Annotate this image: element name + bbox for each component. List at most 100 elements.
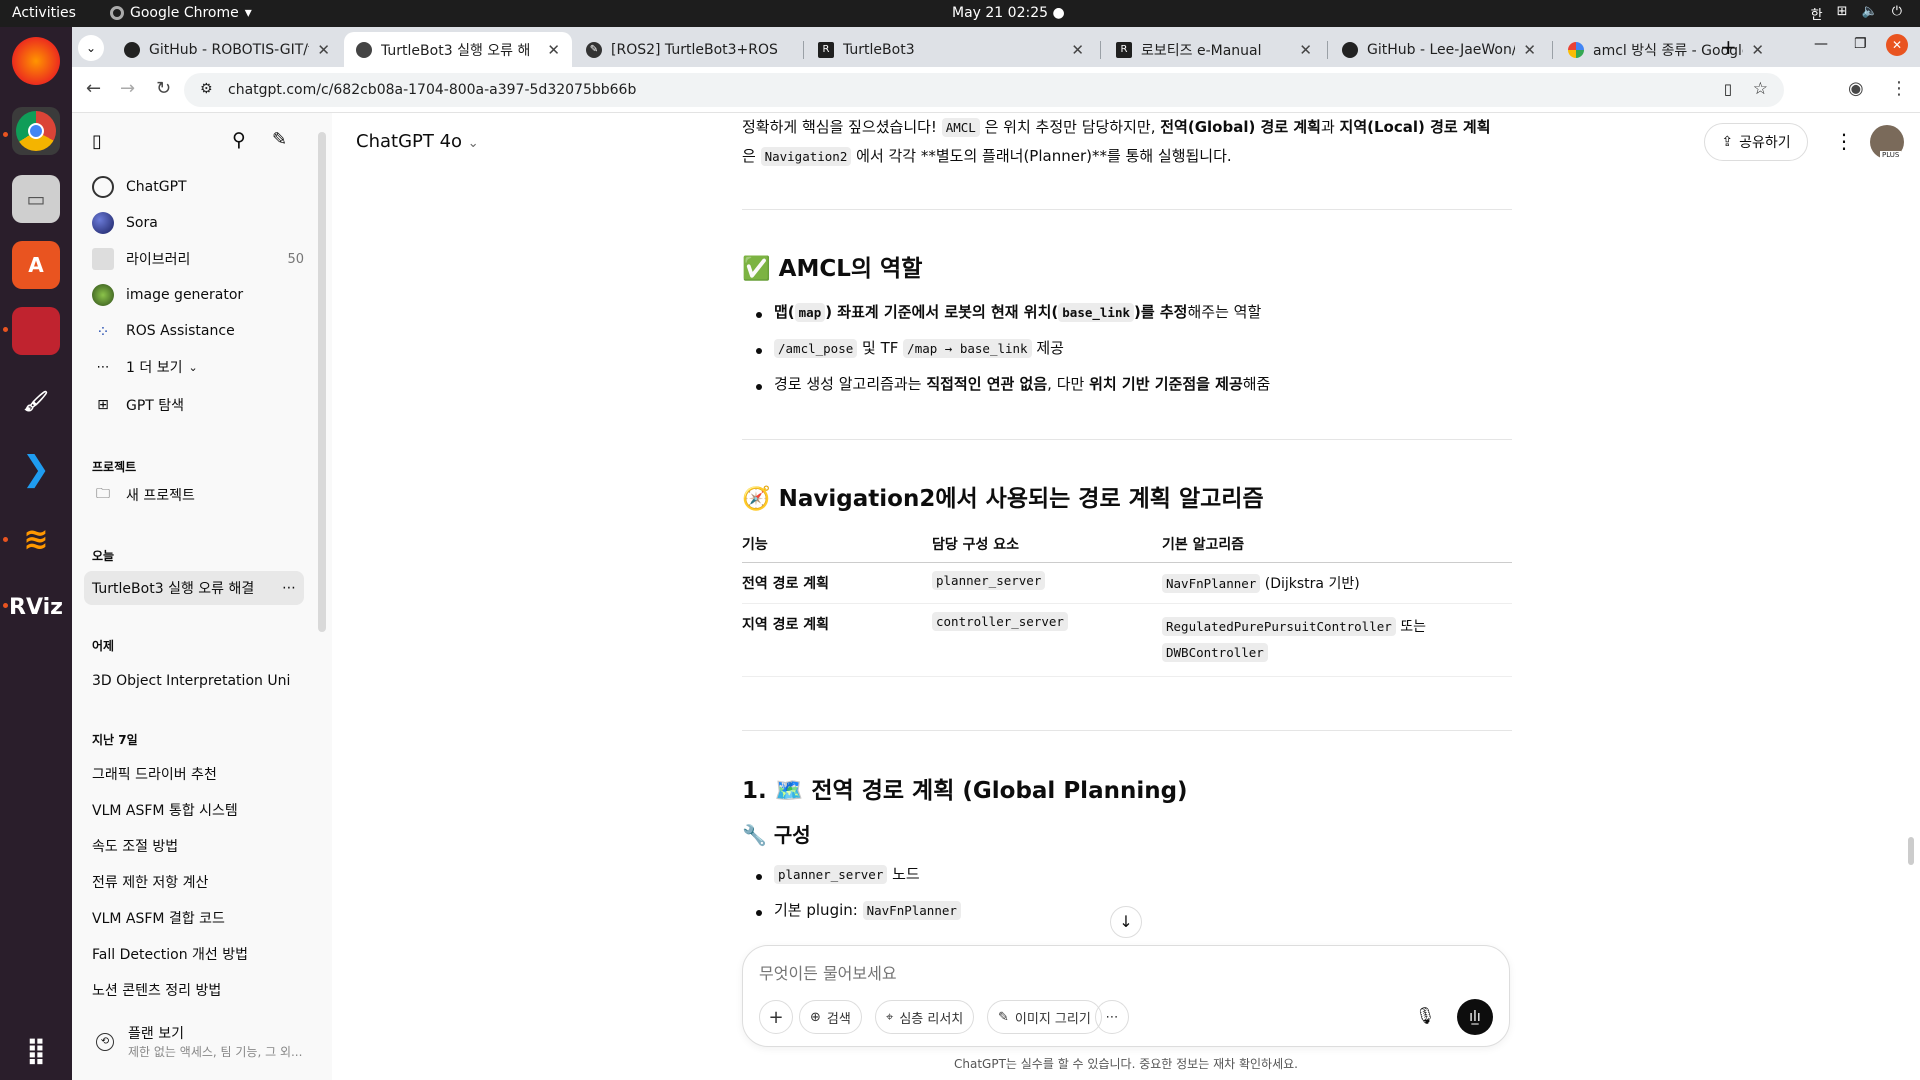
scroll-down-button[interactable]: ↓ — [1110, 906, 1142, 938]
new-chat-icon[interactable]: ✎ — [272, 129, 287, 150]
minimize-button[interactable]: — — [1814, 36, 1828, 52]
chevron-down-icon: ▾ — [244, 5, 252, 21]
system-tray[interactable]: 한 ⊞ 🔈 ⏻ — [1811, 4, 1902, 23]
chat-item[interactable]: 그래픽 드라이버 추천 — [92, 764, 302, 784]
table-header-row: 기능 담당 구성 요소 기본 알고리즘 — [742, 534, 1512, 563]
sublime-icon[interactable]: ≋ — [12, 515, 60, 563]
input-method-indicator[interactable]: 한 — [1811, 4, 1823, 23]
files-icon[interactable]: ▭ — [12, 175, 60, 223]
chat-item[interactable]: VLM ASFM 결합 코드 — [92, 908, 302, 928]
bold-text: 위치 기반 기준점을 제공 — [1089, 375, 1243, 393]
table-cell: 또는 — [1395, 619, 1426, 635]
tab-turtlebot3-error[interactable]: TurtleBot3 실행 오류 해 ✕ — [344, 32, 572, 67]
text: 해주는 역할 — [1187, 303, 1262, 321]
search-button[interactable]: ⊕ 검색 — [799, 1000, 862, 1034]
tab-github-leejaewon[interactable]: GitHub - Lee-JaeWon/N ✕ — [1330, 32, 1548, 67]
sidebar-item-more[interactable]: ⋯ 1 더 보기 ⌄ — [84, 351, 304, 383]
running-indicator — [3, 603, 8, 608]
close-icon[interactable]: ✕ — [547, 41, 560, 59]
search-icon[interactable]: ⚲ — [232, 129, 246, 151]
plan-badge: PLUS — [1880, 151, 1902, 159]
chat-item[interactable]: 3D Object Interpretation Uni — [92, 673, 302, 689]
maximize-button[interactable]: ❐ — [1854, 36, 1867, 52]
back-button[interactable]: ← — [86, 78, 101, 99]
rviz-icon[interactable]: RViz — [9, 583, 63, 631]
chevron-down-icon: ⌄ — [188, 360, 198, 374]
chat-options-icon[interactable]: ⋯ — [282, 580, 296, 596]
bullet — [756, 312, 762, 318]
tab-search-button[interactable]: ⌄ — [78, 35, 104, 61]
ellipsis-icon: ⋯ — [1105, 1009, 1119, 1025]
upgrade-plan-item[interactable]: ⟲ 플랜 보기 제한 없는 액세스, 팀 기능, 그 외... — [92, 1023, 322, 1067]
chat-item[interactable]: Fall Detection 개선 방법 — [92, 944, 302, 964]
profile-icon[interactable]: ◉ — [1848, 78, 1864, 99]
conversation-options-icon[interactable]: ⋮ — [1834, 129, 1854, 153]
more-tools-button[interactable]: ⋯ — [1095, 1000, 1129, 1034]
site-info-icon[interactable]: ⚙ — [200, 81, 213, 97]
page-icon[interactable]: ▯ — [1724, 80, 1732, 98]
app-menu[interactable]: Google Chrome ▾ — [110, 5, 252, 21]
sidebar-item-image-generator[interactable]: image generator — [84, 279, 304, 311]
chat-item[interactable]: VLM ASFM 통합 시스템 — [92, 800, 302, 820]
sidebar-scrollbar[interactable] — [318, 132, 326, 632]
tab-github-robotis[interactable]: GitHub - ROBOTIS-GIT/t ✕ — [112, 32, 342, 67]
sidebar-item-ros-assistance[interactable]: ⁘ ROS Assistance — [84, 315, 304, 347]
toggle-sidebar-icon[interactable]: ▯ — [92, 131, 102, 152]
chat-item[interactable]: 속도 조절 방법 — [92, 836, 302, 856]
voice-mode-button[interactable]: ıl̲ı — [1457, 999, 1493, 1035]
close-icon[interactable]: ✕ — [317, 41, 330, 59]
model-selector[interactable]: ChatGPT 4o ⌄ — [356, 131, 479, 152]
close-icon[interactable]: ✕ — [1751, 41, 1764, 59]
bullet — [756, 874, 762, 880]
sidebar-item-new-project[interactable]: 🗀 새 프로젝트 — [84, 479, 304, 511]
share-button[interactable]: ⇪ 공유하기 — [1704, 123, 1808, 161]
activities-button[interactable]: Activities — [12, 5, 76, 21]
close-icon[interactable]: ✕ — [1299, 41, 1312, 59]
text: 에서 각각 **별도의 플래너(Planner)**를 통해 실행됩니다. — [851, 147, 1232, 165]
vscode-icon[interactable]: ❯ — [12, 445, 60, 493]
bullet — [756, 348, 762, 354]
firefox-icon[interactable] — [12, 37, 60, 85]
message-input[interactable] — [759, 960, 1479, 986]
table-cell: (Dijkstra 기반) — [1260, 576, 1360, 592]
chatgpt-sidebar: ▯ ⚲ ✎ ChatGPT Sora 라이브러리 50 image genera… — [72, 113, 332, 1080]
sidebar-item-chatgpt[interactable]: ChatGPT — [84, 171, 304, 203]
close-window-button[interactable]: ✕ — [1886, 34, 1908, 56]
new-tab-button[interactable]: + — [1720, 35, 1737, 59]
app-center-icon[interactable]: A — [12, 241, 60, 289]
bookmark-star-icon[interactable]: ☆ — [1753, 79, 1768, 99]
chat-item-active[interactable]: TurtleBot3 실행 오류 해결 ⋯ — [84, 571, 304, 605]
terminal-icon[interactable] — [12, 307, 60, 355]
address-bar[interactable]: ⚙ chatgpt.com/c/682cb08a-1704-800a-a397-… — [184, 73, 1784, 107]
tab-robotis-emanual[interactable]: R 로보티즈 e-Manual ✕ — [1104, 32, 1324, 67]
chrome-icon[interactable] — [12, 107, 60, 155]
tab-turtlebot3[interactable]: R TurtleBot3 ✕ — [806, 32, 1096, 67]
close-icon[interactable]: ✕ — [1071, 41, 1084, 59]
tab-amcl-google[interactable]: amcl 방식 종류 - Google ✕ — [1556, 32, 1776, 67]
google-icon — [1568, 41, 1584, 58]
browser-toolbar: ← → ↻ ⚙ chatgpt.com/c/682cb08a-1704-800a… — [72, 67, 1920, 113]
menu-kebab-icon[interactable]: ⋮ — [1890, 78, 1908, 99]
text: 및 TF — [857, 339, 904, 357]
ros-icon: ⁘ — [96, 321, 110, 341]
attach-button[interactable]: + — [759, 1000, 793, 1034]
microphone-icon[interactable]: 🎙 — [1415, 1006, 1435, 1025]
reload-button[interactable]: ↻ — [156, 78, 171, 99]
draw-image-button[interactable]: ✎ 이미지 그리기 — [987, 1000, 1102, 1034]
chat-item[interactable]: 전류 제한 저항 계산 — [92, 872, 302, 892]
intro-paragraph: 정확하게 핵심을 짚으셨습니다! AMCL 은 위치 추정만 담당하지만, 전역… — [742, 113, 1512, 171]
sidebar-item-sora[interactable]: Sora — [84, 207, 304, 239]
page-scrollbar-thumb[interactable] — [1908, 837, 1914, 865]
inline-code: Navigation2 — [760, 147, 852, 166]
close-icon[interactable]: ✕ — [1523, 41, 1536, 59]
paint-icon[interactable]: 🖌 — [12, 377, 60, 425]
deep-research-button[interactable]: ⌖ 심층 리서치 — [875, 1000, 975, 1034]
show-apps-icon[interactable]: ⣿ — [12, 1027, 60, 1075]
clock[interactable]: May 21 02:25 ● — [952, 5, 1065, 21]
forward-button[interactable]: → — [120, 78, 135, 99]
chat-item[interactable]: 노션 콘텐츠 정리 방법 — [92, 980, 302, 1000]
avatar[interactable]: PLUS — [1870, 125, 1904, 159]
sidebar-item-library[interactable]: 라이브러리 50 — [84, 243, 304, 275]
tab-ros2-turtlebot3[interactable]: ✎ [ROS2] TurtleBot3+ROS — [574, 32, 800, 67]
sidebar-item-explore-gpts[interactable]: ⊞ GPT 탐색 — [84, 389, 304, 421]
